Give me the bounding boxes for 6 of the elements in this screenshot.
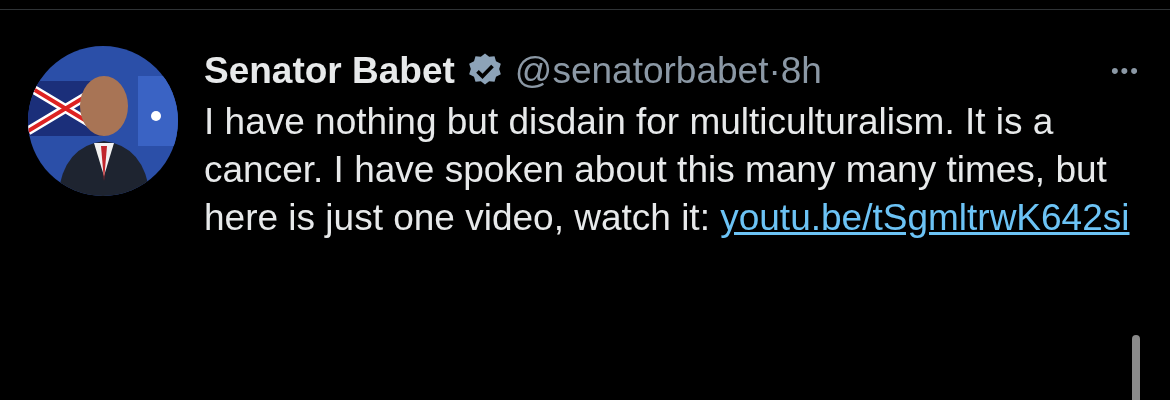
tweet-text: I have nothing but disdain for multiculturalism. It is a cancer. I have spoken about this many many times, but here is just one video, watch it: youtu.be/tSgmltrwK642si — [204, 100, 1131, 240]
author-handle: @senatorbabet·8h — [514, 50, 822, 92]
tweet-link[interactable]: youtu.be/tSgmltrwK642si — [720, 197, 1130, 238]
author-name[interactable]: Senator Babet — [204, 50, 455, 92]
more-options-icon[interactable]: ••• — [1110, 58, 1140, 84]
scrollbar[interactable] — [1132, 335, 1140, 400]
